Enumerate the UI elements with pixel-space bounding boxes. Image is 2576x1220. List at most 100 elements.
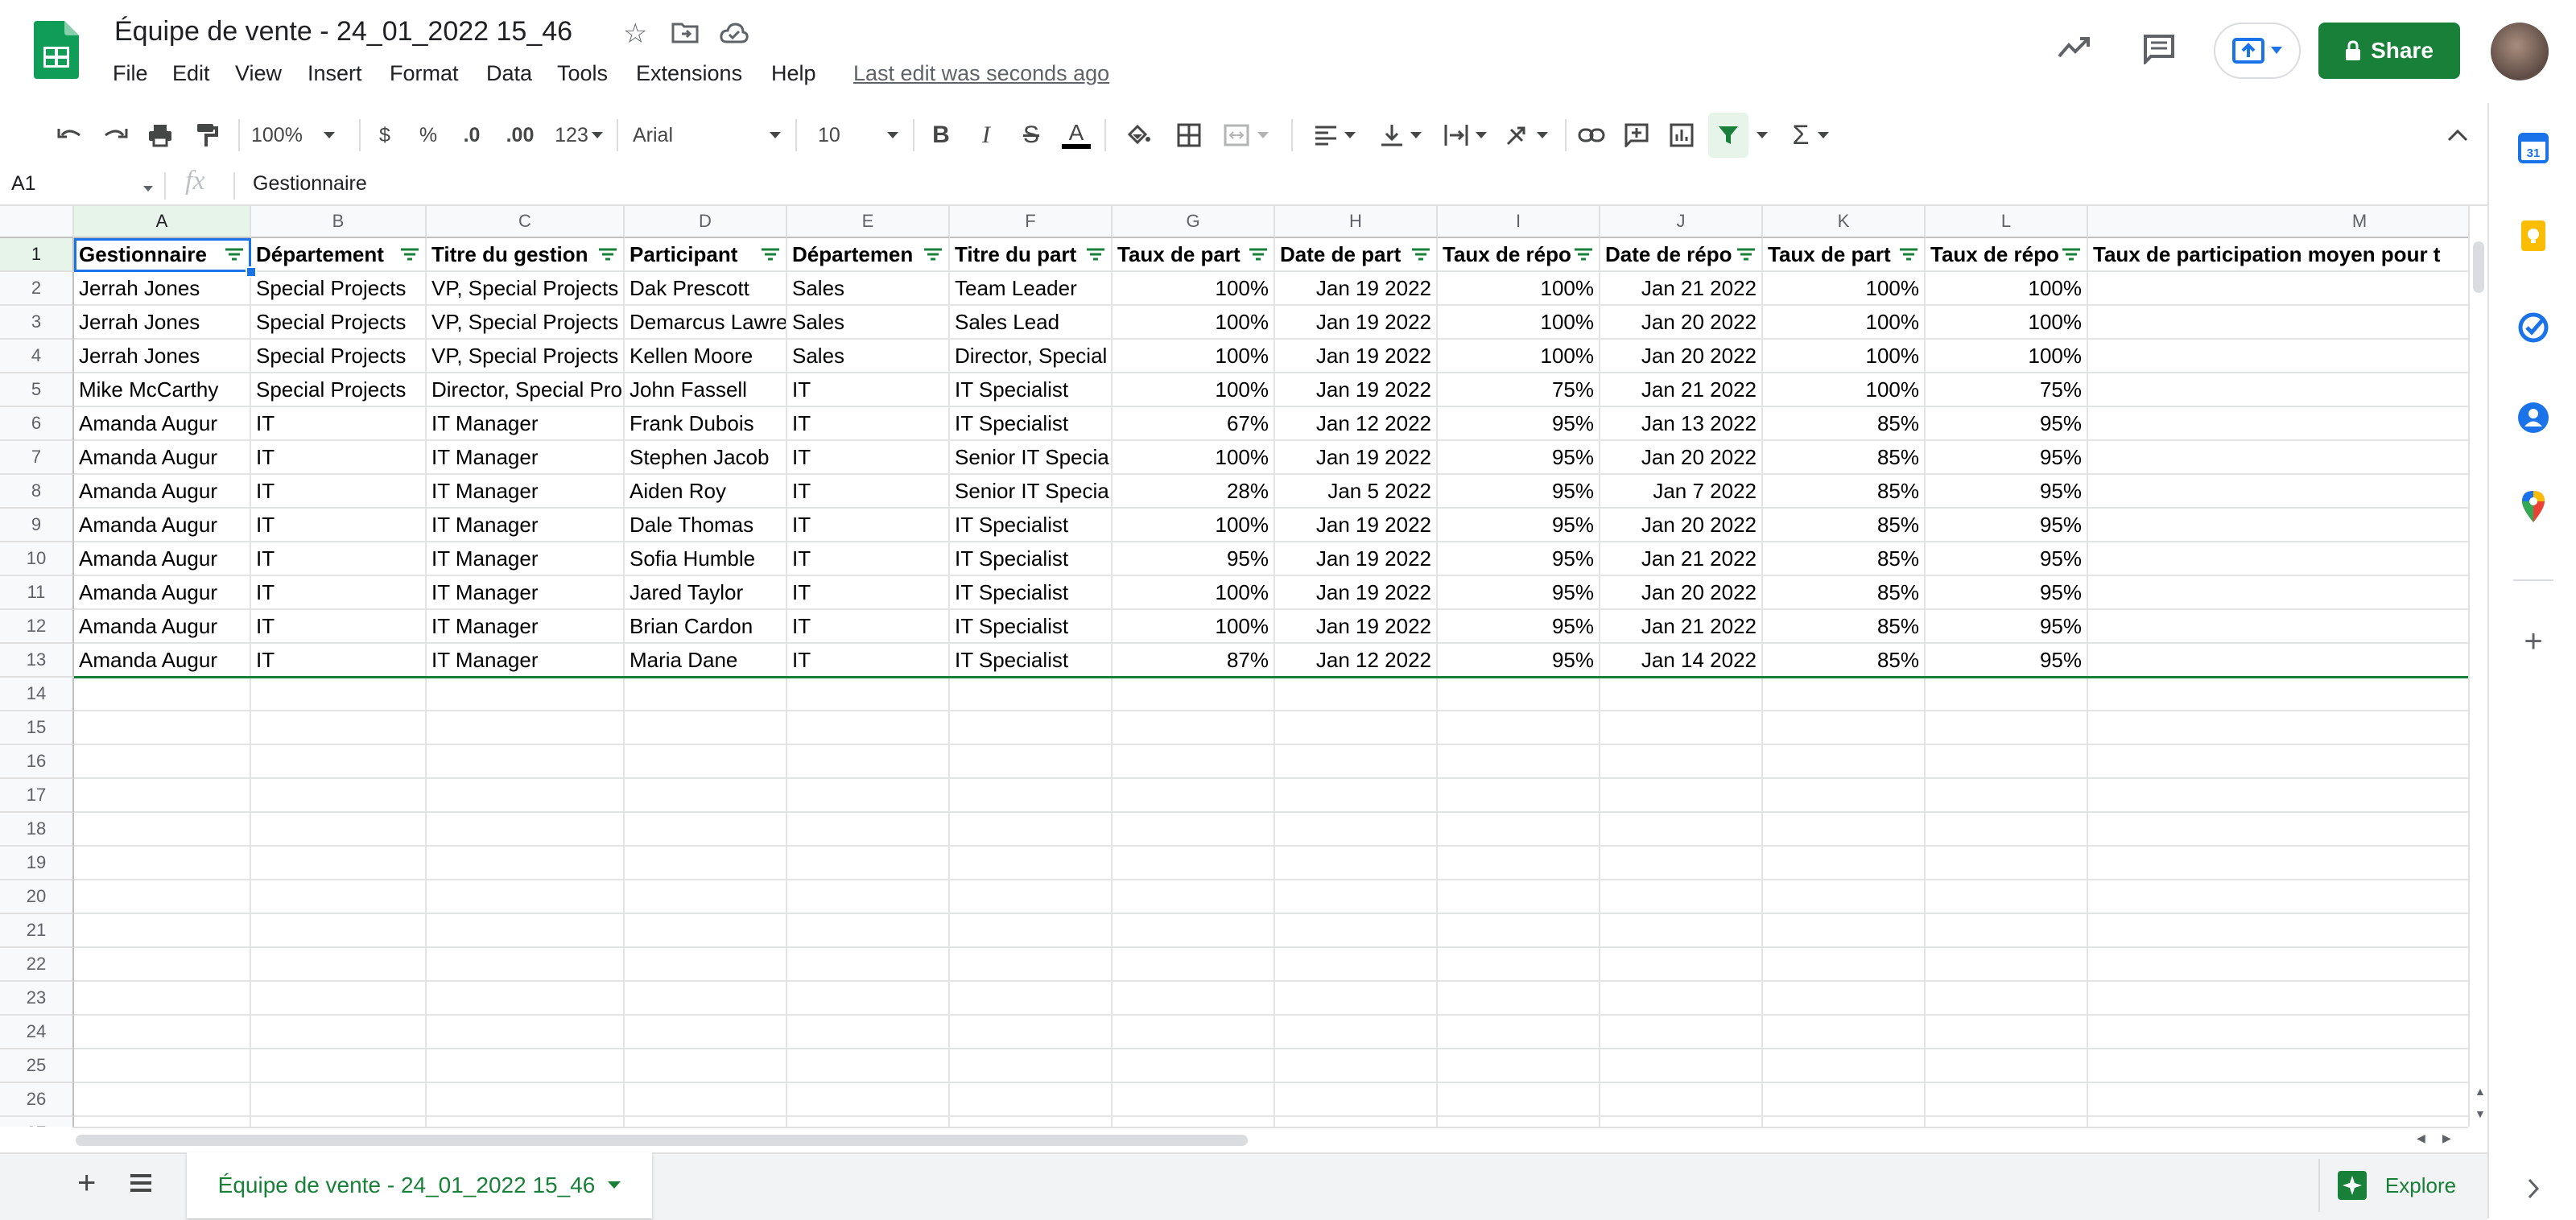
empty-cell[interactable] bbox=[74, 1016, 251, 1049]
last-edit-link[interactable]: Last edit was seconds ago bbox=[853, 61, 1109, 86]
table-cell[interactable]: IT Specialist bbox=[950, 576, 1113, 610]
empty-cell[interactable] bbox=[74, 880, 251, 914]
empty-cell[interactable] bbox=[1113, 1117, 1275, 1127]
empty-cell[interactable] bbox=[1926, 914, 2088, 948]
row-header[interactable]: 1 bbox=[0, 238, 74, 272]
table-cell[interactable]: 95% bbox=[1926, 509, 2088, 542]
table-cell[interactable]: Dak Prescott bbox=[625, 272, 787, 306]
empty-cell[interactable] bbox=[950, 914, 1113, 948]
empty-cell[interactable] bbox=[427, 1083, 625, 1117]
row-header[interactable]: 6 bbox=[0, 407, 74, 441]
empty-cell[interactable] bbox=[1113, 745, 1275, 779]
empty-cell[interactable] bbox=[1600, 982, 1763, 1016]
table-cell[interactable]: Jan 20 2022 bbox=[1600, 441, 1763, 475]
empty-cell[interactable] bbox=[1763, 1049, 1926, 1083]
table-cell[interactable]: IT Specialist bbox=[950, 610, 1113, 644]
table-cell[interactable]: IT bbox=[251, 509, 427, 542]
empty-cell[interactable] bbox=[1763, 1016, 1926, 1049]
table-cell[interactable]: 100% bbox=[1763, 306, 1926, 340]
explore-button[interactable]: Explore bbox=[2318, 1159, 2473, 1212]
empty-cell[interactable] bbox=[74, 745, 251, 779]
row-header[interactable]: 22 bbox=[0, 948, 74, 982]
table-cell[interactable]: IT Manager bbox=[427, 610, 625, 644]
empty-cell[interactable] bbox=[950, 948, 1113, 982]
column-header-e[interactable]: E bbox=[787, 206, 950, 238]
table-cell[interactable]: Special Projects bbox=[251, 340, 427, 373]
empty-cell[interactable] bbox=[1926, 880, 2088, 914]
empty-cell[interactable] bbox=[787, 880, 950, 914]
merge-cells-icon[interactable] bbox=[1216, 113, 1277, 158]
header-cell[interactable]: Participant bbox=[625, 238, 787, 272]
empty-cell[interactable] bbox=[251, 847, 427, 880]
table-cell[interactable]: Jan 19 2022 bbox=[1275, 610, 1438, 644]
empty-cell[interactable] bbox=[2088, 880, 2468, 914]
paint-format-icon[interactable] bbox=[187, 113, 227, 158]
header-cell[interactable]: Taux de part bbox=[1763, 238, 1926, 272]
empty-cell[interactable] bbox=[74, 711, 251, 745]
empty-cell[interactable] bbox=[1275, 1083, 1438, 1117]
table-cell[interactable]: Demarcus Lawre bbox=[625, 306, 787, 340]
menu-extensions[interactable]: Extensions bbox=[636, 61, 742, 86]
empty-cell[interactable] bbox=[1113, 982, 1275, 1016]
table-cell[interactable]: VP, Special Projects bbox=[427, 340, 625, 373]
empty-cell[interactable] bbox=[1926, 1117, 2088, 1127]
table-cell[interactable]: Amanda Augur bbox=[74, 644, 251, 678]
empty-cell[interactable] bbox=[1275, 880, 1438, 914]
keep-icon[interactable] bbox=[2513, 216, 2553, 256]
empty-cell[interactable] bbox=[1926, 745, 2088, 779]
table-cell[interactable]: 100% bbox=[1438, 272, 1600, 306]
empty-cell[interactable] bbox=[625, 779, 787, 813]
column-header-j[interactable]: J bbox=[1600, 206, 1763, 238]
column-header-m[interactable]: M bbox=[2088, 206, 2468, 238]
empty-cell[interactable] bbox=[787, 914, 950, 948]
table-cell[interactable]: IT Manager bbox=[427, 441, 625, 475]
empty-cell[interactable] bbox=[427, 880, 625, 914]
empty-cell[interactable] bbox=[2088, 745, 2468, 779]
table-cell[interactable]: 90% bbox=[2088, 373, 2468, 407]
header-cell[interactable]: Départemen bbox=[787, 238, 950, 272]
empty-cell[interactable] bbox=[427, 847, 625, 880]
table-cell[interactable]: 95% bbox=[1438, 576, 1600, 610]
menu-format[interactable]: Format bbox=[390, 61, 459, 86]
table-cell[interactable]: 85% bbox=[1763, 509, 1926, 542]
column-header-a[interactable]: A bbox=[74, 206, 251, 238]
column-filter-icon[interactable] bbox=[1898, 247, 1919, 262]
empty-cell[interactable] bbox=[74, 779, 251, 813]
empty-cell[interactable] bbox=[787, 847, 950, 880]
avatar[interactable] bbox=[2491, 23, 2549, 80]
empty-cell[interactable] bbox=[625, 1016, 787, 1049]
present-button[interactable] bbox=[2214, 23, 2301, 79]
empty-cell[interactable] bbox=[787, 813, 950, 847]
horizontal-scroll-thumb[interactable] bbox=[76, 1135, 1248, 1146]
empty-cell[interactable] bbox=[1600, 914, 1763, 948]
empty-cell[interactable] bbox=[251, 948, 427, 982]
scroll-right-arrow-icon[interactable]: ▶ bbox=[2442, 1131, 2451, 1145]
table-cell[interactable]: Jan 12 2022 bbox=[1275, 644, 1438, 678]
table-cell[interactable]: Jared Taylor bbox=[625, 576, 787, 610]
table-cell[interactable]: Sofia Humble bbox=[625, 542, 787, 576]
table-cell[interactable]: Maria Dane bbox=[625, 644, 787, 678]
empty-cell[interactable] bbox=[1113, 711, 1275, 745]
empty-cell[interactable] bbox=[1275, 813, 1438, 847]
empty-cell[interactable] bbox=[251, 1083, 427, 1117]
tasks-icon[interactable] bbox=[2513, 307, 2553, 348]
empty-cell[interactable] bbox=[1275, 1016, 1438, 1049]
column-header-l[interactable]: L bbox=[1926, 206, 2088, 238]
table-cell[interactable]: Mike McCarthy bbox=[74, 373, 251, 407]
empty-cell[interactable] bbox=[1275, 847, 1438, 880]
table-cell[interactable]: 100% bbox=[1438, 306, 1600, 340]
table-cell[interactable]: Amanda Augur bbox=[74, 542, 251, 576]
row-header[interactable]: 21 bbox=[0, 914, 74, 948]
empty-cell[interactable] bbox=[787, 1117, 950, 1127]
empty-cell[interactable] bbox=[625, 914, 787, 948]
empty-cell[interactable] bbox=[950, 1016, 1113, 1049]
table-cell[interactable]: IT Specialist bbox=[950, 373, 1113, 407]
table-cell[interactable]: IT bbox=[787, 576, 950, 610]
column-filter-icon[interactable] bbox=[1410, 247, 1431, 262]
empty-cell[interactable] bbox=[1438, 847, 1600, 880]
column-header-i[interactable]: I bbox=[1438, 206, 1600, 238]
empty-cell[interactable] bbox=[1113, 914, 1275, 948]
empty-cell[interactable] bbox=[251, 1117, 427, 1127]
header-cell[interactable]: Gestionnaire bbox=[74, 238, 251, 272]
empty-cell[interactable] bbox=[787, 779, 950, 813]
